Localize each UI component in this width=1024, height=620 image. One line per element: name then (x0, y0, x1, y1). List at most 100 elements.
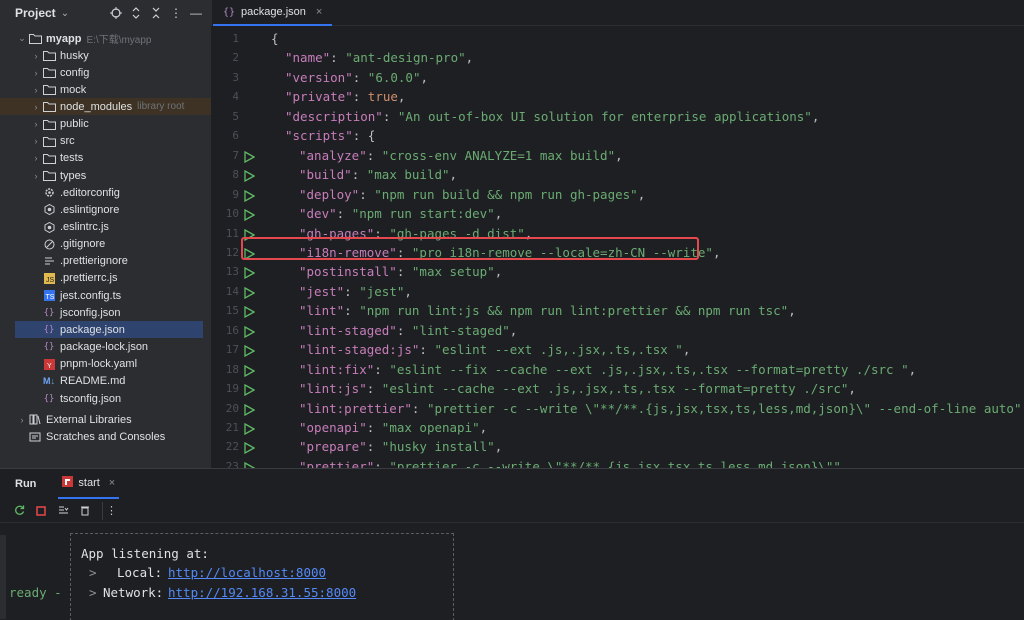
chevron-right-icon[interactable]: › (30, 102, 42, 112)
collapse-all-icon[interactable] (146, 3, 166, 23)
tree-folder[interactable]: › public (0, 116, 211, 133)
code-line: "dev": "npm run start:dev", (299, 206, 503, 222)
json-key: "openapi" (299, 420, 367, 435)
tree-folder[interactable]: › mock (0, 81, 211, 98)
chevron-right-icon[interactable]: › (16, 415, 28, 425)
json-key: "deploy" (299, 186, 360, 202)
tree-scratches[interactable]: Scratches and Consoles (0, 428, 211, 445)
chevron-down-icon[interactable]: ⌄ (16, 33, 28, 44)
tree-folder[interactable]: › node_modules library root (0, 98, 211, 116)
tree-item-label: .gitignore (60, 238, 106, 251)
folder-icon (42, 67, 56, 79)
svg-text:TS: TS (45, 294, 54, 301)
json-value: "prettier -c --write \"**/**.{js,jsx,tsx… (389, 458, 841, 468)
locate-icon[interactable] (106, 3, 126, 23)
chevron-right-icon[interactable]: › (30, 85, 42, 95)
json-icon: {} (223, 6, 236, 18)
code-line: "build": "max build", (299, 167, 458, 183)
run-script-icon[interactable] (243, 286, 256, 299)
tree-file[interactable]: .gitignore (0, 236, 211, 253)
minimize-icon[interactable]: — (186, 3, 206, 23)
run-script-icon[interactable] (243, 422, 256, 436)
tree-file[interactable]: .prettierignore (0, 253, 211, 270)
more-options-icon[interactable]: ⋮ (102, 501, 120, 520)
trash-icon[interactable] (76, 502, 94, 520)
chevron-right-icon[interactable]: › (30, 51, 42, 61)
code-line: "lint-staged:js": "eslint --ext .js,.jsx… (299, 342, 691, 358)
json-key: "prettier" (299, 458, 375, 468)
stop-icon[interactable] (32, 502, 50, 520)
code-line: "scripts": { (285, 128, 376, 144)
tree-folder[interactable]: › tests (0, 150, 211, 167)
tree-file[interactable]: {} tsconfig.json (0, 390, 211, 407)
run-script-icon[interactable] (243, 170, 256, 183)
tree-file[interactable]: {} jsconfig.json (0, 304, 211, 321)
run-script-icon[interactable] (243, 306, 256, 319)
run-tab-start[interactable]: start × (58, 469, 120, 499)
tree-file[interactable]: .eslintrc.js (0, 219, 211, 236)
expand-all-icon[interactable] (126, 3, 146, 23)
tree-file[interactable]: JS .prettierrc.js (0, 270, 211, 287)
tree-folder[interactable]: › config (0, 64, 211, 81)
tree-item-label: husky (60, 49, 89, 62)
scroll-to-end-icon[interactable] (54, 502, 72, 520)
run-script-icon[interactable] (243, 442, 256, 455)
close-icon[interactable]: × (109, 477, 115, 489)
console-network-label: Network: (103, 585, 164, 600)
run-script-icon[interactable] (243, 403, 256, 416)
close-icon[interactable]: × (316, 6, 322, 18)
console-local-url[interactable]: http://localhost:8000 (168, 565, 326, 580)
chevron-down-icon[interactable]: ⌄ (61, 8, 69, 19)
code-line: "openapi": "max openapi", (299, 420, 488, 435)
line-number: 1 (232, 32, 239, 45)
run-script-icon[interactable] (243, 267, 256, 280)
json-value: "prettier -c --write \"**/**.{js,jsx,tsx… (426, 400, 1022, 416)
run-script-icon[interactable] (243, 208, 256, 222)
tree-item-label: pnpm-lock.yaml (60, 358, 138, 371)
folder-icon (42, 101, 56, 113)
chevron-right-icon[interactable]: › (30, 119, 42, 129)
json-value: "6.0.0" (367, 69, 421, 85)
json-icon: {} (43, 342, 55, 353)
tree-folder[interactable]: › husky (0, 47, 211, 64)
tree-file[interactable]: {} package.json (15, 321, 203, 339)
more-options-icon[interactable]: ⋮ (166, 3, 186, 23)
line-number: 9 (232, 187, 239, 201)
console-output[interactable]: App listening at: > Local: http://localh… (0, 523, 1024, 620)
project-title[interactable]: Project (15, 6, 56, 20)
tree-file[interactable]: TS jest.config.ts (0, 287, 211, 304)
chevron-right-icon[interactable]: › (30, 171, 42, 181)
run-script-icon[interactable] (243, 150, 256, 163)
tab-package-json[interactable]: {} package.json × (213, 0, 333, 26)
tree-external-libraries[interactable]: › External Libraries (0, 411, 211, 428)
tab-label: package.json (241, 6, 306, 18)
editor-tab-bar: {} package.json × (213, 0, 1024, 26)
tree-file[interactable]: Ypnpm-lock.yaml (0, 356, 211, 373)
chevron-right-icon[interactable]: › (30, 68, 42, 78)
tree-item-label: jest.config.ts (60, 289, 122, 302)
chevron-right-icon[interactable]: › (30, 153, 42, 163)
run-script-icon[interactable] (243, 383, 256, 397)
tree-file[interactable]: M↓ README.md (0, 373, 211, 390)
console-network-url[interactable]: http://192.168.31.55:8000 (168, 585, 356, 600)
console-ready: ready - (9, 585, 62, 600)
tree-file[interactable]: .eslintignore (0, 201, 211, 218)
json-value: "npm run start:dev" (351, 206, 495, 222)
tree-folder[interactable]: › types (0, 167, 211, 184)
tree-folder[interactable]: › src (0, 133, 211, 150)
rerun-icon[interactable] (10, 502, 28, 520)
chevron-right-icon[interactable]: › (30, 136, 42, 146)
run-script-icon[interactable] (243, 189, 256, 202)
line-number: 19 (225, 382, 239, 396)
run-script-icon[interactable] (243, 325, 256, 338)
run-script-icon[interactable] (243, 345, 256, 358)
tree-file[interactable]: {} package-lock.json (0, 339, 211, 356)
markdown-icon: M↓ (43, 376, 55, 387)
json-key: "lint" (299, 303, 345, 319)
tree-root-myapp[interactable]: ⌄ myapp E:\下载\myapp (0, 30, 211, 47)
tree-external-label: External Libraries (46, 413, 132, 426)
folder-icon (42, 84, 56, 96)
tree-file[interactable]: .editorconfig (0, 184, 211, 201)
run-script-icon[interactable] (243, 364, 256, 377)
tree-item-label: package-lock.json (60, 341, 149, 354)
